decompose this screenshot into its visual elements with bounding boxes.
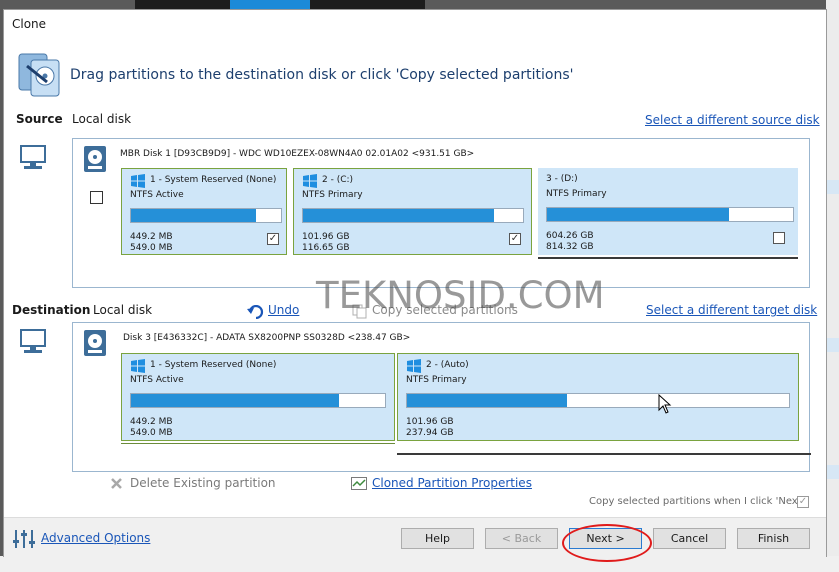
windows-logo-icon	[131, 359, 145, 373]
partition-usage-bar	[546, 207, 794, 222]
back-button[interactable]: < Back	[485, 528, 558, 549]
copy-on-next-label: Copy selected partitions when I click 'N…	[589, 496, 805, 507]
delete-existing-partition-button[interactable]: Delete Existing partition	[130, 476, 276, 490]
source-sublabel: Local disk	[72, 112, 132, 126]
usage-fill	[131, 394, 340, 407]
source-label: Source	[16, 112, 63, 126]
cancel-button[interactable]: Cancel	[653, 528, 726, 549]
partition-used: 604.26 GB	[546, 231, 594, 241]
partition-name: 3 - (D:)	[546, 174, 578, 184]
background-banner	[135, 0, 425, 9]
partition-total: 549.0 MB	[130, 243, 173, 253]
partition-total: 814.32 GB	[546, 242, 594, 252]
undo-icon	[247, 305, 264, 319]
highlight-circle-annotation	[562, 524, 652, 562]
partition-underline	[121, 443, 395, 444]
select-source-disk-link[interactable]: Select a different source disk	[645, 113, 820, 127]
source-partition-1[interactable]: 1 - System Reserved (None) NTFS Active 4…	[121, 168, 287, 255]
sliders-icon	[13, 530, 35, 548]
usage-fill	[303, 209, 495, 222]
computer-icon	[20, 145, 46, 169]
usage-fill	[131, 209, 256, 222]
undo-link[interactable]: Undo	[268, 303, 299, 317]
delete-x-icon	[111, 478, 122, 489]
cloned-partition-properties-link[interactable]: Cloned Partition Properties	[372, 476, 532, 490]
partition-underline	[397, 453, 811, 455]
background-stripe	[826, 338, 839, 352]
partition-name: 2 - (Auto)	[426, 360, 469, 370]
hard-disk-icon	[84, 146, 106, 172]
partition-filesystem: NTFS Active	[130, 375, 184, 385]
partition-total: 116.65 GB	[302, 243, 350, 253]
partition-used: 449.2 MB	[130, 232, 173, 242]
partition-used: 449.2 MB	[130, 417, 173, 427]
destination-sublabel: Local disk	[93, 303, 153, 317]
partition-checkbox[interactable]: ✓	[267, 233, 279, 245]
select-target-disk-link[interactable]: Select a different target disk	[646, 303, 817, 317]
usage-fill	[407, 394, 568, 407]
partition-usage-bar	[130, 393, 386, 408]
partition-filesystem: NTFS Active	[130, 190, 184, 200]
partition-used: 101.96 GB	[302, 232, 350, 242]
windows-logo-icon	[131, 174, 145, 188]
instruction-text: Drag partitions to the destination disk …	[70, 67, 574, 83]
partition-filesystem: NTFS Primary	[406, 375, 467, 385]
hard-disk-icon	[84, 330, 106, 356]
source-disk-title: MBR Disk 1 [D93CB9D9] - WDC WD10EZEX-08W…	[120, 149, 475, 159]
partition-total: 549.0 MB	[130, 428, 173, 438]
source-partition-2[interactable]: 2 - (C:) NTFS Primary 101.96 GB 116.65 G…	[293, 168, 532, 255]
partition-checkbox[interactable]: ✓	[509, 233, 521, 245]
dialog-footer: Advanced Options Help < Back Next > Canc…	[4, 517, 826, 562]
watermark-text: TEKNOSID.COM	[316, 274, 605, 317]
clone-wizard-icon	[18, 53, 60, 97]
partition-name: 1 - System Reserved (None)	[150, 360, 277, 370]
background-taskbar-area	[0, 556, 839, 572]
copy-on-next-checkbox[interactable]: ✓	[797, 496, 809, 508]
partition-used: 101.96 GB	[406, 417, 454, 427]
window-title: Clone	[12, 17, 47, 31]
mouse-cursor-icon	[658, 394, 672, 414]
background-stripe	[826, 465, 839, 479]
destination-partition-2[interactable]: 2 - (Auto) NTFS Primary 101.96 GB 237.94…	[397, 353, 799, 441]
windows-logo-icon	[407, 359, 421, 373]
partition-usage-bar	[130, 208, 282, 223]
background-window-edge	[826, 0, 839, 572]
computer-icon	[20, 329, 46, 353]
background-banner-accent	[230, 0, 310, 9]
clone-dialog: Clone Drag partitions to the destination…	[3, 9, 827, 562]
background-stripe	[826, 180, 839, 194]
destination-label: Destination	[12, 303, 91, 317]
partition-checkbox[interactable]	[773, 232, 785, 244]
partition-filesystem: NTFS Primary	[546, 189, 607, 199]
properties-icon	[351, 477, 367, 490]
partition-usage-bar	[406, 393, 790, 408]
partition-filesystem: NTFS Primary	[302, 190, 363, 200]
partition-name: 2 - (C:)	[322, 175, 354, 185]
partition-usage-bar	[302, 208, 524, 223]
advanced-options-link[interactable]: Advanced Options	[41, 531, 150, 545]
destination-partition-1[interactable]: 1 - System Reserved (None) NTFS Active 4…	[121, 353, 395, 441]
source-disk-select-checkbox[interactable]	[90, 191, 103, 204]
partition-total: 237.94 GB	[406, 428, 454, 438]
partition-underline	[538, 257, 798, 259]
source-partition-3[interactable]: 3 - (D:) NTFS Primary 604.26 GB 814.32 G…	[538, 168, 798, 255]
usage-fill	[547, 208, 730, 221]
destination-disk-panel: Disk 3 [E436332C] - ADATA SX8200PNP SS03…	[72, 322, 811, 472]
help-button[interactable]: Help	[401, 528, 474, 549]
windows-logo-icon	[303, 174, 317, 188]
source-disk-panel: MBR Disk 1 [D93CB9D9] - WDC WD10EZEX-08W…	[72, 138, 810, 288]
finish-button[interactable]: Finish	[737, 528, 810, 549]
destination-disk-title: Disk 3 [E436332C] - ADATA SX8200PNP SS03…	[123, 333, 411, 343]
partition-name: 1 - System Reserved (None)	[150, 175, 277, 185]
